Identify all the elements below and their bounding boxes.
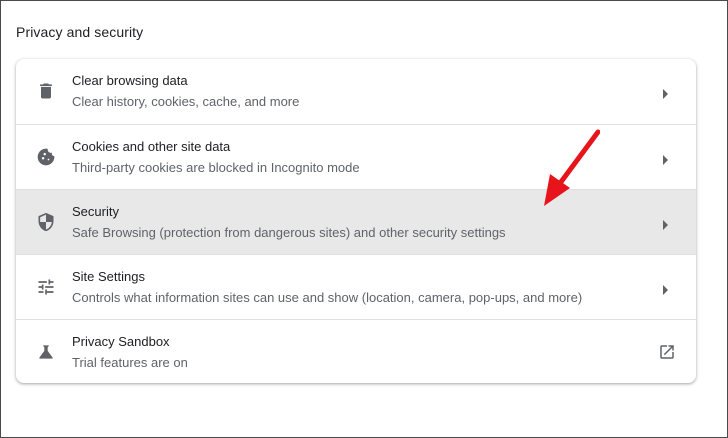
row-title: Clear browsing data — [72, 73, 188, 88]
row-site-settings[interactable]: Site Settings Controls what information … — [16, 254, 696, 319]
annotation-arrow — [540, 128, 601, 208]
chevron-right-icon — [662, 217, 670, 230]
cookie-icon — [36, 147, 56, 167]
row-subtitle: Controls what information sites can use … — [72, 290, 583, 305]
trash-icon — [36, 81, 56, 101]
section-title: Privacy and security — [16, 24, 144, 40]
row-clear-browsing-data[interactable]: Clear browsing data Clear history, cooki… — [16, 59, 696, 124]
row-title: Privacy Sandbox — [72, 334, 170, 349]
row-subtitle: Clear history, cookies, cache, and more — [72, 94, 300, 109]
row-subtitle: Safe Browsing (protection from dangerous… — [72, 225, 506, 240]
row-title: Site Settings — [72, 269, 145, 284]
open-in-new-icon[interactable] — [658, 343, 676, 361]
chevron-right-icon — [662, 86, 670, 99]
row-privacy-sandbox[interactable]: Privacy Sandbox Trial features are on — [16, 319, 696, 383]
row-title: Cookies and other site data — [72, 139, 231, 154]
flask-icon — [36, 342, 56, 362]
row-subtitle: Third-party cookies are blocked in Incog… — [72, 160, 360, 175]
shield-icon — [36, 212, 56, 232]
row-title: Security — [72, 204, 119, 219]
chevron-right-icon — [662, 152, 670, 165]
row-subtitle: Trial features are on — [72, 355, 188, 370]
chevron-right-icon — [662, 282, 670, 295]
sliders-icon — [36, 277, 56, 297]
settings-card: Clear browsing data Clear history, cooki… — [16, 59, 696, 383]
